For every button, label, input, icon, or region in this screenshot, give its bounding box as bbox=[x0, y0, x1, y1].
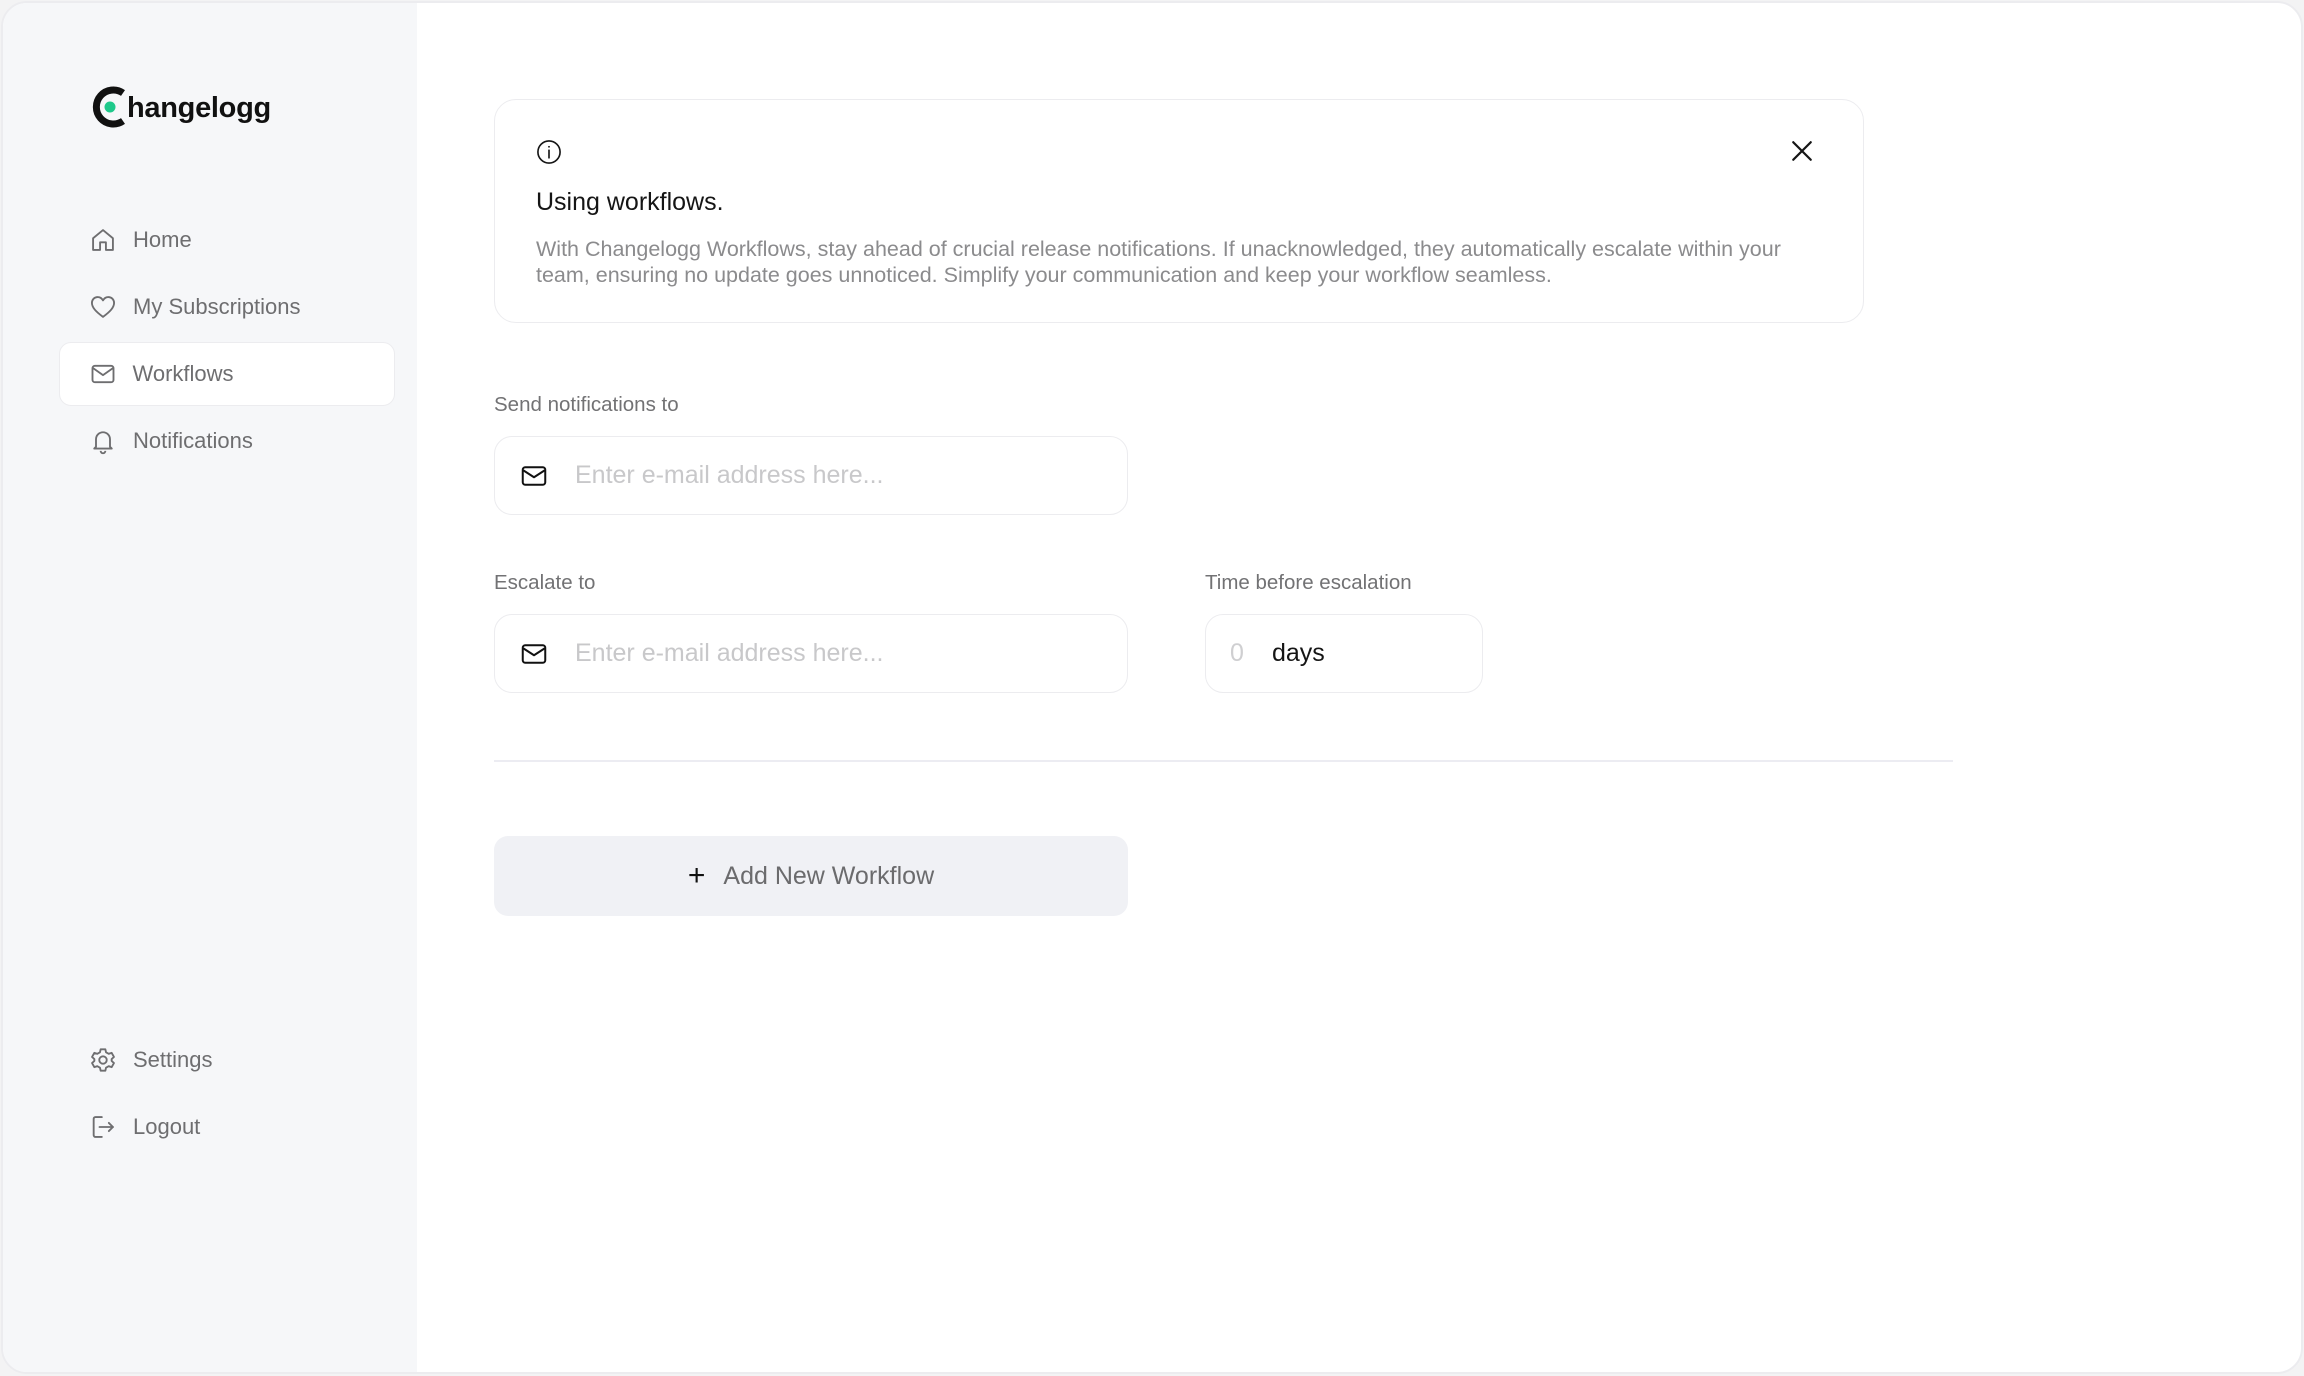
close-button[interactable] bbox=[1787, 136, 1817, 166]
send-notifications-label: Send notifications to bbox=[494, 393, 679, 416]
info-icon bbox=[535, 138, 563, 166]
days-unit-label: days bbox=[1272, 639, 1325, 667]
send-notifications-field[interactable] bbox=[494, 436, 1128, 515]
section-divider bbox=[494, 760, 1953, 762]
brand-logo[interactable]: hangelogg bbox=[89, 85, 271, 129]
sidebar-item-label: Home bbox=[133, 227, 192, 252]
close-icon bbox=[1787, 141, 1817, 169]
sidebar-item-label: Workflows bbox=[132, 361, 234, 386]
sidebar-item-label: Logout bbox=[133, 1114, 201, 1139]
app-window: hangelogg Home My Subscriptions Workflow… bbox=[1, 1, 2303, 1374]
sidebar-item-label: My Subscriptions bbox=[133, 294, 301, 319]
mail-icon bbox=[89, 360, 117, 388]
mail-icon bbox=[519, 639, 549, 669]
info-body: With Changelogg Workflows, stay ahead of… bbox=[536, 237, 1781, 287]
sidebar-item-label: Settings bbox=[133, 1047, 213, 1072]
info-title: Using workflows. bbox=[536, 188, 724, 216]
time-before-escalation-label: Time before escalation bbox=[1205, 571, 1412, 594]
brand-name: hangelogg bbox=[127, 91, 271, 124]
escalate-to-input[interactable] bbox=[575, 639, 1095, 668]
sidebar-item-my-subscriptions[interactable]: My Subscriptions bbox=[59, 275, 395, 339]
heart-icon bbox=[89, 293, 117, 321]
sidebar: hangelogg Home My Subscriptions Workflow… bbox=[3, 3, 417, 1372]
logo-mark-icon bbox=[89, 85, 131, 129]
sidebar-item-label: Notifications bbox=[133, 428, 253, 453]
days-value-input[interactable]: 0 bbox=[1230, 639, 1270, 668]
sidebar-item-notifications[interactable]: Notifications bbox=[59, 409, 395, 473]
info-card: Using workflows. With Changelogg Workflo… bbox=[494, 99, 1864, 323]
bell-icon bbox=[89, 427, 117, 455]
home-icon bbox=[89, 226, 117, 254]
escalate-to-label: Escalate to bbox=[494, 571, 596, 594]
sidebar-item-logout[interactable]: Logout bbox=[59, 1095, 395, 1159]
logout-icon bbox=[89, 1113, 117, 1141]
main-content: Using workflows. With Changelogg Workflo… bbox=[417, 3, 2301, 1372]
add-new-workflow-button[interactable]: + Add New Workflow bbox=[494, 836, 1128, 916]
sidebar-item-home[interactable]: Home bbox=[59, 208, 395, 272]
sidebar-item-settings[interactable]: Settings bbox=[59, 1028, 395, 1092]
time-before-escalation-field[interactable]: 0 days bbox=[1205, 614, 1483, 693]
mail-icon bbox=[519, 461, 549, 491]
sidebar-item-workflows[interactable]: Workflows bbox=[59, 342, 395, 406]
add-new-workflow-label: Add New Workflow bbox=[723, 861, 935, 890]
escalate-to-field[interactable] bbox=[494, 614, 1128, 693]
plus-icon: + bbox=[687, 859, 706, 892]
gear-icon bbox=[89, 1046, 117, 1074]
send-notifications-input[interactable] bbox=[575, 461, 1095, 490]
